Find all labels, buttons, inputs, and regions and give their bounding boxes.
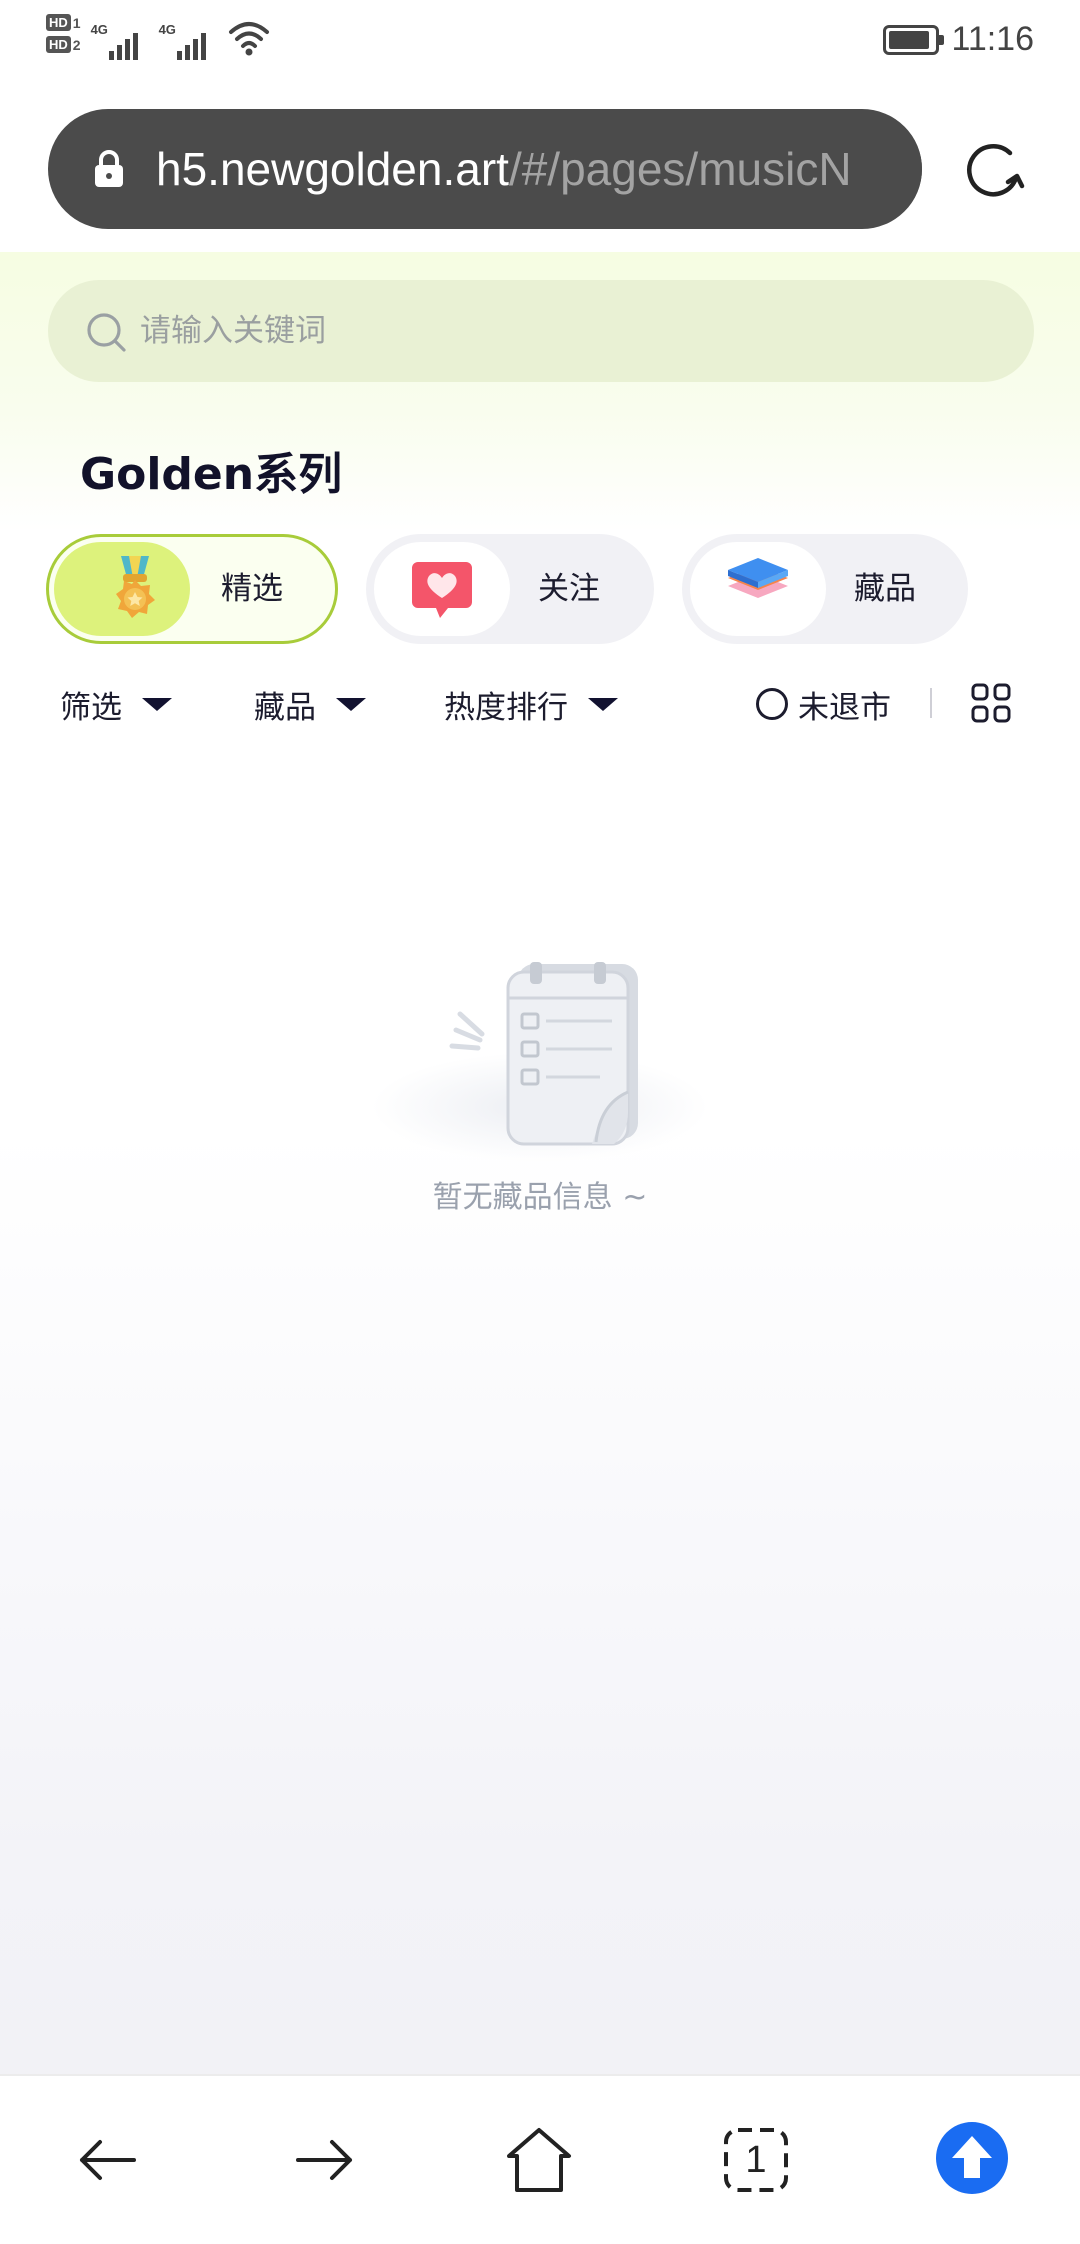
empty-state-message: 暂无藏品信息 ~ <box>432 1180 648 1215</box>
radio-unchecked-icon[interactable] <box>756 688 788 720</box>
home-page-icon[interactable] <box>503 2124 575 2196</box>
hd-badge: HD <box>46 14 71 31</box>
heart-icon <box>412 562 472 618</box>
hd-badge: HD <box>46 36 71 53</box>
sim2-indicator: HD 2 <box>46 36 81 53</box>
tab-featured[interactable]: 精选 <box>46 534 338 644</box>
sim-indicators: HD 1 HD 2 <box>46 14 81 53</box>
collection-dropdown[interactable]: 藏品 <box>254 672 366 736</box>
tab-following[interactable]: 关注 <box>366 534 654 644</box>
search-input[interactable] <box>140 280 1000 382</box>
clock: 11:16 <box>951 20 1034 58</box>
search-bar[interactable] <box>48 280 1034 382</box>
empty-document-icon <box>449 962 638 1146</box>
sort-dropdown[interactable]: 热度排行 <box>444 672 618 736</box>
filter-dropdown[interactable]: 筛选 <box>60 672 172 736</box>
sim-number: 1 <box>72 14 81 31</box>
stack-icon <box>728 558 788 598</box>
divider <box>930 688 932 718</box>
reload-icon[interactable] <box>960 138 1026 204</box>
page-content: Golden系列 精选 关注 藏品 <box>0 252 1080 2244</box>
signal-indicators: HD 1 HD 2 4G 4G <box>46 14 271 60</box>
sim-number: 2 <box>72 36 81 53</box>
browser-toolbar: 1 <box>0 2074 1080 2244</box>
forward-arrow-icon[interactable] <box>288 2124 360 2196</box>
status-bar: HD 1 HD 2 4G 4G 11:16 <box>0 0 1080 86</box>
battery-icon <box>883 24 945 55</box>
tab-label: 关注 <box>538 571 600 607</box>
url-host: h5.newgolden.art <box>156 143 509 195</box>
back-arrow-icon[interactable] <box>72 2124 144 2196</box>
url-path: /#/pages/musicN <box>508 143 852 195</box>
filter-label: 筛选 <box>60 689 122 726</box>
url-fade <box>882 109 922 229</box>
browser-address-row: h5.newgolden.art/#/pages/musicN <box>0 86 1080 252</box>
cell-signal-1-icon: 4G <box>91 14 149 60</box>
status-right: 11:16 <box>883 20 1034 59</box>
tab-label: 藏品 <box>854 571 916 607</box>
grid-view-icon[interactable] <box>970 682 1012 724</box>
collection-label: 藏品 <box>254 689 316 726</box>
address-bar[interactable]: h5.newgolden.art/#/pages/musicN <box>48 109 922 229</box>
caret-down-icon <box>336 697 366 711</box>
tab-switcher-button[interactable]: 1 <box>720 2124 792 2196</box>
url-text[interactable]: h5.newgolden.art/#/pages/musicN <box>156 139 852 199</box>
sim1-indicator: HD 1 <box>46 14 81 31</box>
tab-count: 1 <box>745 2139 767 2181</box>
network-type: 4G <box>158 22 176 37</box>
medal-icon <box>116 556 155 618</box>
wifi-icon <box>228 22 269 56</box>
tab-collections[interactable]: 藏品 <box>682 534 968 644</box>
unlisted-label: 未退市 <box>798 689 891 726</box>
upload-arrow-icon[interactable] <box>934 2120 1010 2196</box>
page-title: Golden系列 <box>80 449 343 500</box>
tab-label: 精选 <box>221 571 283 607</box>
caret-down-icon <box>588 697 618 711</box>
cell-signal-2-icon: 4G <box>159 14 217 60</box>
search-icon <box>87 313 126 352</box>
lock-icon <box>95 150 123 187</box>
filter-row: 筛选 藏品 热度排行 未退市 <box>0 672 1080 736</box>
unlisted-toggle[interactable]: 未退市 <box>756 672 891 736</box>
sort-label: 热度排行 <box>444 689 568 726</box>
network-type: 4G <box>90 22 108 37</box>
caret-down-icon <box>142 697 172 711</box>
